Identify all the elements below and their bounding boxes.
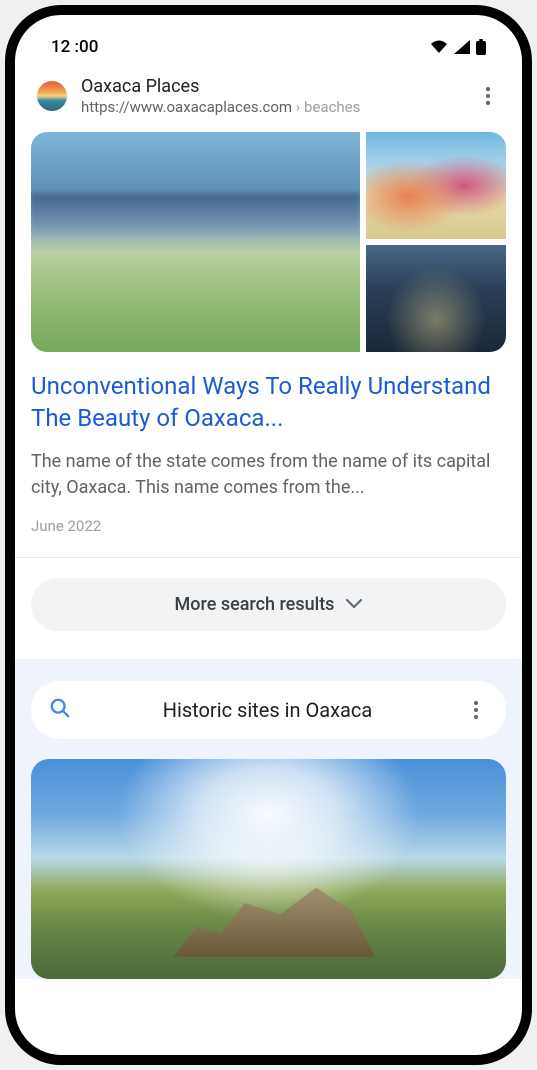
more-search-results-button[interactable]: More search results bbox=[31, 578, 506, 631]
site-info: Oaxaca Places https://www.oaxacaplaces.c… bbox=[81, 75, 462, 118]
divider bbox=[15, 557, 522, 558]
more-results-label: More search results bbox=[175, 594, 335, 615]
breadcrumb-separator: › bbox=[292, 98, 304, 116]
site-url-text: https://www.oaxacaplaces.com bbox=[81, 98, 292, 116]
related-title: Historic sites in Oaxaca bbox=[89, 698, 446, 722]
site-url: https://www.oaxacaplaces.com › beaches bbox=[81, 98, 462, 118]
more-options-button[interactable] bbox=[476, 84, 500, 108]
status-icons bbox=[430, 39, 486, 55]
phone-frame: 12 :00 Oaxaca Places https://www.oaxacap… bbox=[5, 5, 532, 1065]
result-image-main[interactable] bbox=[31, 132, 360, 352]
related-search-pill[interactable]: Historic sites in Oaxaca bbox=[31, 681, 506, 739]
site-favicon bbox=[37, 81, 67, 111]
result-image-secondary-1[interactable] bbox=[366, 132, 506, 239]
result-image-secondary-2[interactable] bbox=[366, 245, 506, 352]
status-time: 12 :00 bbox=[51, 37, 98, 57]
wifi-icon bbox=[430, 40, 448, 54]
related-more-options-button[interactable] bbox=[464, 698, 488, 722]
status-bar: 12 :00 bbox=[15, 15, 522, 67]
result-title[interactable]: Unconventional Ways To Really Understand… bbox=[31, 370, 506, 435]
chevron-down-icon bbox=[346, 599, 362, 609]
search-icon bbox=[49, 697, 71, 723]
related-image[interactable] bbox=[31, 759, 506, 979]
breadcrumb: beaches bbox=[304, 98, 360, 116]
result-date: June 2022 bbox=[31, 517, 506, 535]
related-section: Historic sites in Oaxaca bbox=[15, 659, 522, 979]
cellular-icon bbox=[454, 40, 470, 54]
battery-icon bbox=[476, 39, 486, 55]
site-name: Oaxaca Places bbox=[81, 75, 462, 98]
result-snippet: The name of the state comes from the nam… bbox=[31, 449, 506, 501]
result-image-grid[interactable] bbox=[31, 132, 506, 352]
result-site-header[interactable]: Oaxaca Places https://www.oaxacaplaces.c… bbox=[31, 67, 506, 132]
